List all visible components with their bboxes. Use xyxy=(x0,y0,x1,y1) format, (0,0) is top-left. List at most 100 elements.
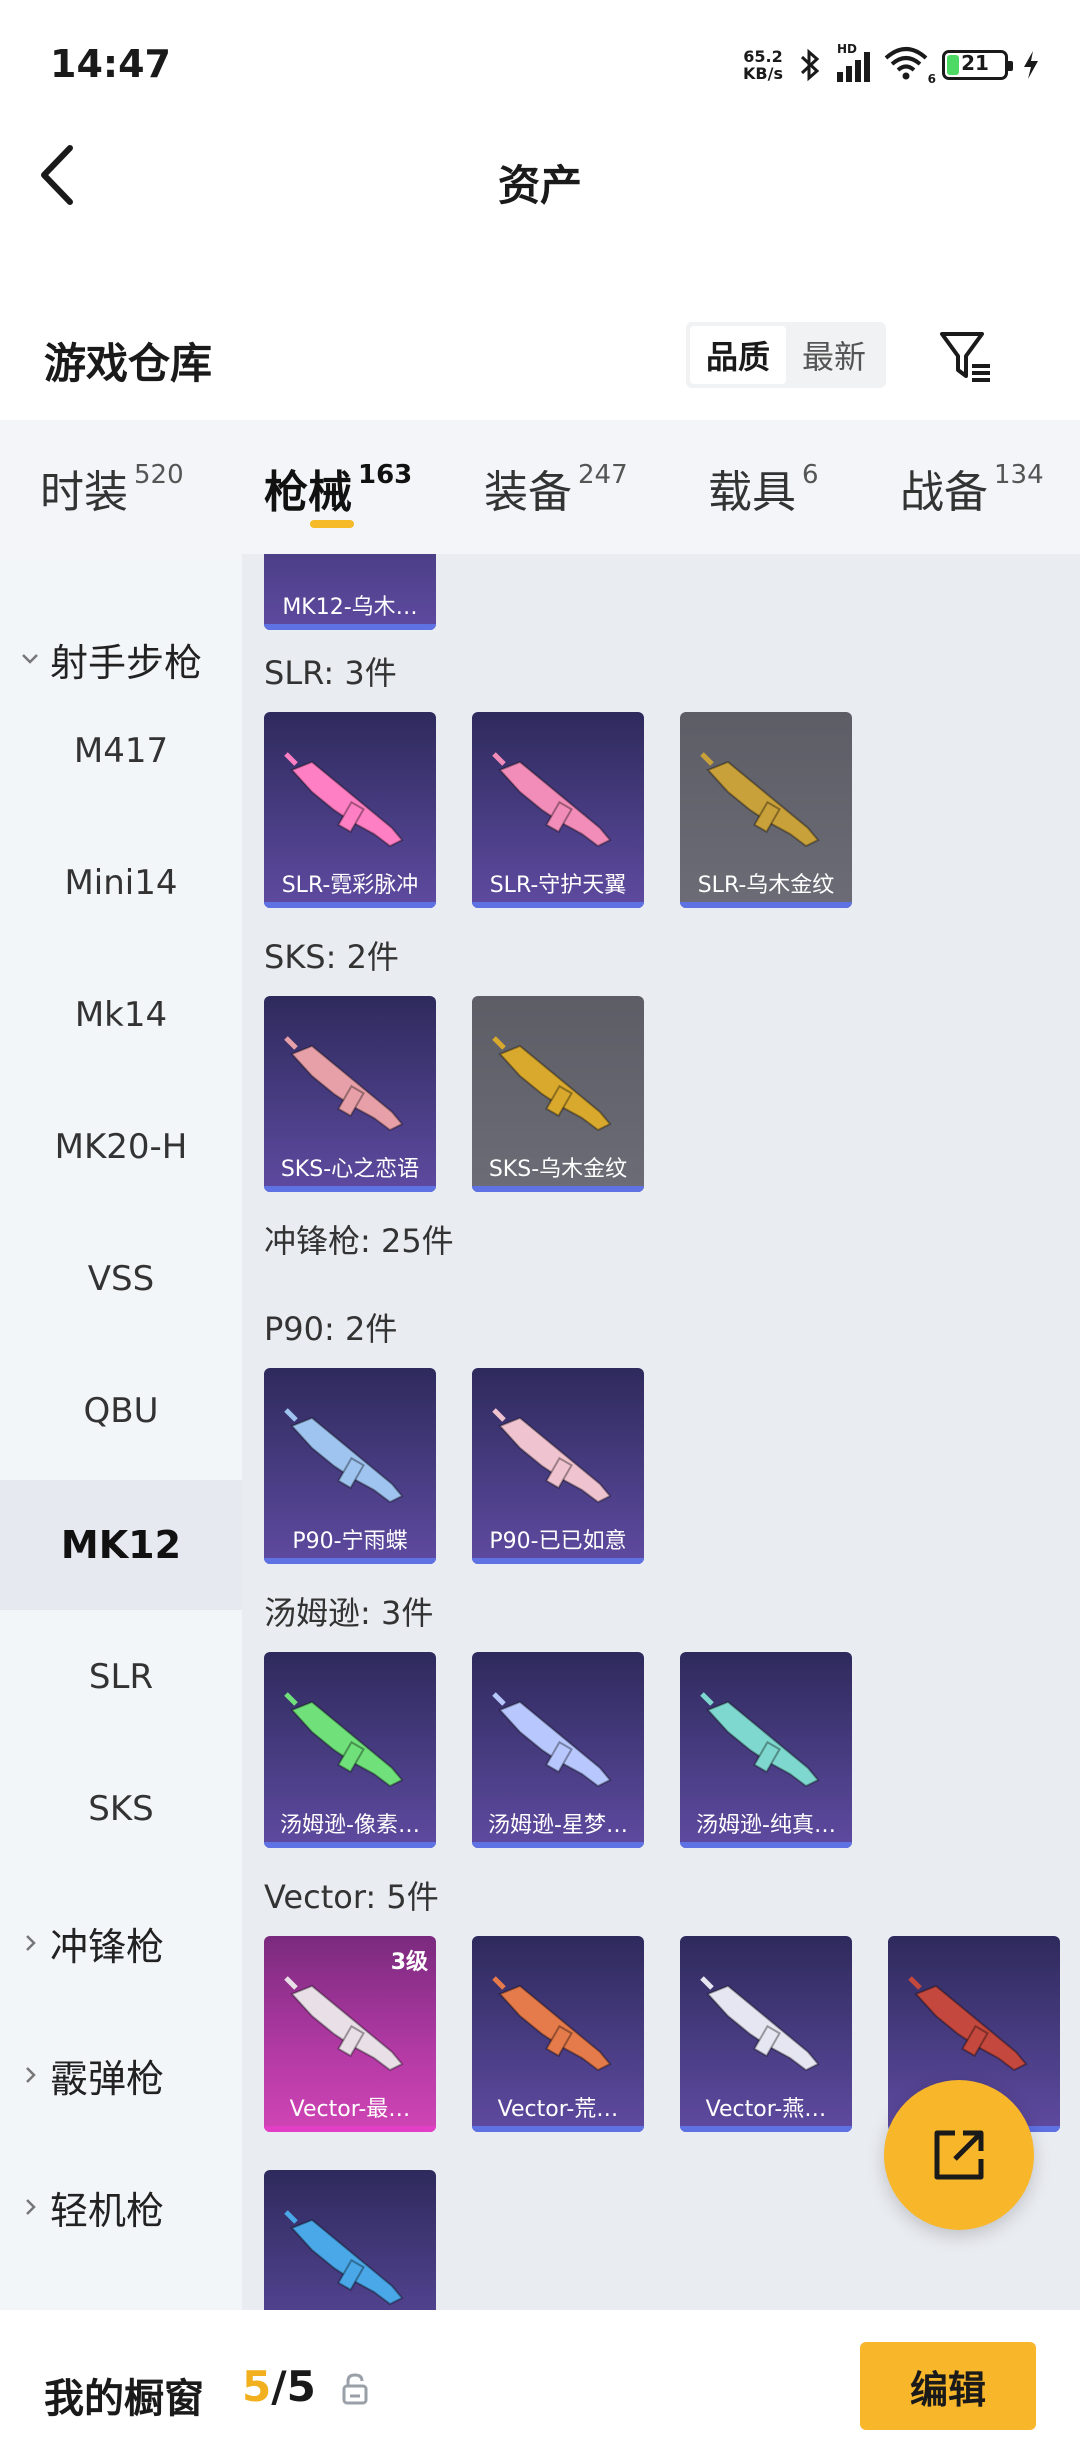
sidebar-item-vss[interactable]: VSS xyxy=(0,1214,242,1344)
weapon-card[interactable]: SKS-乌木金纹 xyxy=(472,996,644,1192)
tab-fashion[interactable]: 时装 520 xyxy=(40,456,184,520)
tab-firearms[interactable]: 枪械 163 xyxy=(264,456,412,520)
sidebar-item-qbu[interactable]: QBU xyxy=(0,1346,242,1476)
weapon-card-label: P90-宁雨蝶 xyxy=(292,1529,408,1554)
sidebar-group-lmg[interactable]: 轻机枪 xyxy=(0,2142,242,2272)
gun-skin-image xyxy=(908,1976,1028,2072)
rarity-stripe xyxy=(264,1842,436,1848)
charging-icon xyxy=(1024,51,1038,79)
section-title-p90: P90: 2件 xyxy=(264,1310,398,1348)
rarity-stripe xyxy=(680,902,852,908)
weapon-card-label: Vector-燕… xyxy=(705,2097,827,2122)
wifi-icon: 6 xyxy=(884,46,936,86)
weapon-card-label: P90-已已如意 xyxy=(489,1529,627,1554)
weapon-card[interactable]: SLR-乌木金纹 xyxy=(680,712,852,908)
weapon-card[interactable]: SKS-心之恋语 xyxy=(264,996,436,1192)
rarity-stripe xyxy=(264,1186,436,1192)
gun-skin-image xyxy=(284,1408,404,1504)
section-title-slr: SLR: 3件 xyxy=(264,654,397,692)
weapon-card-label: SLR-守护天翼 xyxy=(489,873,627,898)
weapon-sidebar: 射手步枪 M417 Mini14 Mk14 MK20-H VSS QBU MK1… xyxy=(0,554,242,2310)
status-bar: 14:47 65.2 KB/s HD 6 21 xyxy=(0,0,1080,130)
gun-skin-image xyxy=(700,1692,820,1788)
sidebar-item-m417[interactable]: M417 xyxy=(0,686,242,816)
bluetooth-icon xyxy=(800,48,820,82)
rarity-stripe xyxy=(472,902,644,908)
weapon-card[interactable]: P90-宁雨蝶 xyxy=(264,1368,436,1564)
sort-toggle: 品质 最新 xyxy=(686,322,887,388)
network-speed: 65.2 KB/s xyxy=(743,47,783,83)
battery-icon: 21 xyxy=(942,50,1013,80)
weapon-card[interactable]: P90-已已如意 xyxy=(472,1368,644,1564)
tab-equipment[interactable]: 装备 247 xyxy=(484,456,628,520)
rarity-stripe xyxy=(264,902,436,908)
rarity-stripe xyxy=(264,1558,436,1564)
edit-button[interactable]: 编辑 xyxy=(860,2342,1036,2430)
gun-skin-image xyxy=(284,752,404,848)
weapon-card[interactable]: MK12-乌木… xyxy=(264,554,436,630)
weapon-card-label: SLR-乌木金纹 xyxy=(697,873,835,898)
page-title: 资产 xyxy=(497,161,582,210)
weapon-card[interactable]: 汤姆逊-星梦… xyxy=(472,1652,644,1848)
section-title-thompson: 汤姆逊: 3件 xyxy=(264,1594,434,1632)
warehouse-title: 游戏仓库 xyxy=(44,339,213,388)
gun-skin-image xyxy=(700,1976,820,2072)
filter-button[interactable] xyxy=(936,326,996,386)
weapon-card[interactable]: SLR-霓彩脉冲 xyxy=(264,712,436,908)
sidebar-item-mk20h[interactable]: MK20-H xyxy=(0,1082,242,1212)
chevron-down-icon xyxy=(22,654,38,664)
status-time: 14:47 xyxy=(50,42,171,86)
sidebar-item-slr[interactable]: SLR xyxy=(0,1612,242,1742)
hd-label: HD xyxy=(837,42,858,56)
rarity-stripe xyxy=(680,1842,852,1848)
gun-skin-image xyxy=(700,752,820,848)
cellular-signal-icon: HD xyxy=(837,42,870,82)
rarity-stripe xyxy=(472,1558,644,1564)
share-button[interactable] xyxy=(884,2080,1034,2230)
sidebar-group-smg[interactable]: 冲锋枪 xyxy=(0,1878,242,2008)
sort-quality-button[interactable]: 品质 xyxy=(690,326,787,384)
chevron-right-icon xyxy=(26,2199,36,2215)
gun-skin-image xyxy=(284,1036,404,1132)
sidebar-item-mk12[interactable]: MK12 xyxy=(0,1480,242,1610)
sidebar-item-mk14[interactable]: Mk14 xyxy=(0,950,242,1080)
section-title-sks: SKS: 2件 xyxy=(264,938,399,976)
weapon-card[interactable] xyxy=(264,2170,436,2310)
gun-skin-image xyxy=(284,1976,404,2072)
sidebar-group-shotgun[interactable]: 霰弹枪 xyxy=(0,2010,242,2140)
filter-icon xyxy=(940,332,990,382)
weapon-card-label: SLR-霓彩脉冲 xyxy=(281,873,419,898)
weapon-card[interactable]: 汤姆逊-纯真… xyxy=(680,1652,852,1848)
sidebar-item-sks[interactable]: SKS xyxy=(0,1744,242,1874)
external-link-icon xyxy=(934,2130,984,2180)
rarity-stripe xyxy=(472,2126,644,2132)
gun-skin-image xyxy=(492,1692,612,1788)
rarity-stripe xyxy=(680,2126,852,2132)
gun-skin-image xyxy=(492,752,612,848)
sidebar-item-mini14[interactable]: Mini14 xyxy=(0,818,242,948)
section-title-vector: Vector: 5件 xyxy=(264,1878,439,1916)
weapon-card-label: Vector-最… xyxy=(289,2097,411,2122)
weapon-card-label: SKS-心之恋语 xyxy=(280,1157,420,1182)
showcase-count: 5/5 xyxy=(242,2362,316,2411)
weapon-card[interactable]: SLR-守护天翼 xyxy=(472,712,644,908)
category-tabs: 时装 520 枪械 163 装备 247 载具 6 战备 134 xyxy=(0,420,1080,554)
showcase-label: 我的橱窗 xyxy=(44,2376,204,2422)
weapon-grid: MK12-乌木… SLR: 3件 SLR-霓彩脉冲 SLR-守护天翼 SLR-乌木金… xyxy=(242,554,1080,2310)
rarity-stripe xyxy=(472,1186,644,1192)
weapon-card[interactable]: 3级 Vector-最… xyxy=(264,1936,436,2132)
tab-supplies[interactable]: 战备 134 xyxy=(900,456,1044,520)
chevron-right-icon xyxy=(26,2067,36,2083)
gun-skin-image xyxy=(492,1408,612,1504)
weapon-card-label: 汤姆逊-像素… xyxy=(280,1813,420,1838)
gun-skin-image xyxy=(492,1976,612,2072)
sort-newest-button[interactable]: 最新 xyxy=(786,326,882,384)
tab-vehicles[interactable]: 载具 6 xyxy=(708,456,819,520)
weapon-card-label: 汤姆逊-纯真… xyxy=(696,1813,836,1838)
rarity-stripe xyxy=(264,2126,436,2132)
weapon-card[interactable]: 汤姆逊-像素… xyxy=(264,1652,436,1848)
rarity-stripe xyxy=(472,1842,644,1848)
weapon-card[interactable]: Vector-荒… xyxy=(472,1936,644,2132)
lock-icon xyxy=(342,2373,368,2405)
weapon-card[interactable]: Vector-燕… xyxy=(680,1936,852,2132)
